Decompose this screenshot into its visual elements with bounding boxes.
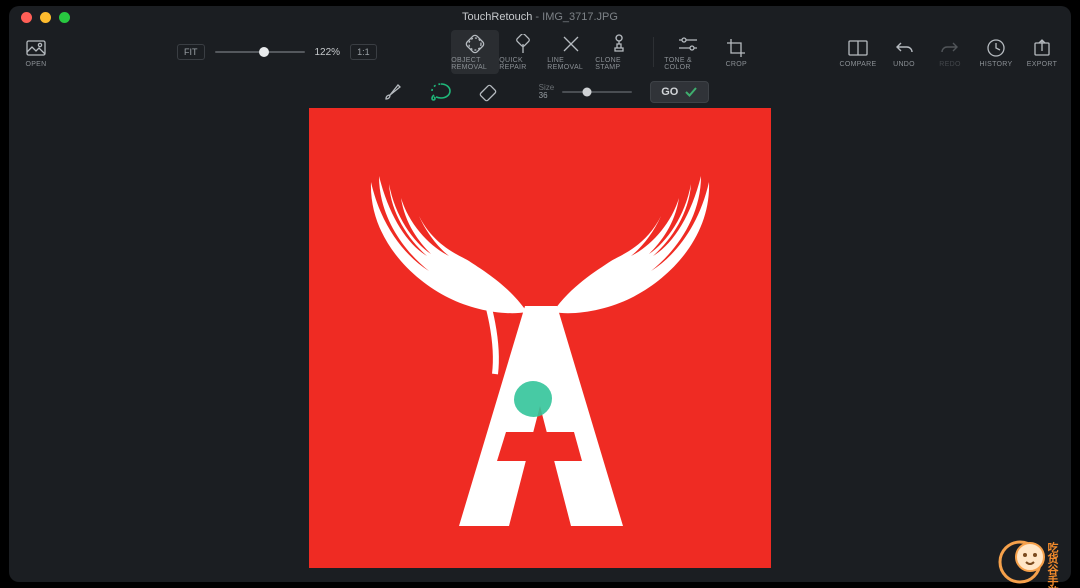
size-control: Size 36 [539,84,633,100]
window-close-button[interactable] [21,12,32,23]
main-toolbar: OPEN FIT 122% 1:1 OBJECT REMOVAL [9,28,1071,76]
zoom-fit-button[interactable]: FIT [177,44,205,60]
crop-label: CROP [726,61,747,68]
quick-repair-label: QUICK REPAIR [499,57,547,71]
line-removal-button[interactable]: LINE REMOVAL [547,30,595,74]
check-icon [684,86,698,98]
toolbar-separator [653,37,654,67]
eraser-icon [478,81,500,103]
undo-button[interactable]: UNDO [881,30,927,74]
redo-label: REDO [939,61,960,68]
clone-stamp-label: CLONE STAMP [595,57,643,71]
right-toolbar: COMPARE UNDO REDO HISTORY [835,30,1065,74]
eraser-tool-button[interactable] [467,78,511,106]
compare-label: COMPARE [840,61,877,68]
sub-toolbar: Size 36 GO [9,76,1071,108]
export-label: EXPORT [1027,61,1057,68]
clone-stamp-button[interactable]: CLONE STAMP [595,30,643,74]
brush-icon [382,81,404,103]
tone-color-label: TONE & COLOR [664,57,712,71]
clone-stamp-icon [609,33,629,55]
crop-icon [726,37,746,59]
history-button[interactable]: HISTORY [973,30,1019,74]
image-canvas[interactable] [309,108,771,568]
lasso-icon [429,81,453,103]
redo-button[interactable]: REDO [927,30,973,74]
object-removal-icon [464,33,486,55]
tone-color-button[interactable]: TONE & COLOR [664,30,712,74]
compare-button[interactable]: COMPARE [835,30,881,74]
crop-button[interactable]: CROP [712,30,760,74]
undo-icon [894,37,914,59]
history-icon [986,37,1006,59]
go-label: GO [661,86,678,98]
size-slider-thumb[interactable] [582,88,591,97]
size-slider[interactable] [562,86,632,98]
open-button[interactable]: OPEN [15,30,57,74]
window-zoom-button[interactable] [59,12,70,23]
go-button[interactable]: GO [650,81,709,103]
redo-icon [940,37,960,59]
zoom-controls: FIT 122% 1:1 [177,44,377,60]
title-separator: - [532,11,542,23]
zoom-percent-label: 122% [315,47,341,58]
canvas-artwork [309,108,771,568]
brush-tool-button[interactable] [371,78,415,106]
adjust-modes: TONE & COLOR CROP [664,30,760,74]
window-minimize-button[interactable] [40,12,51,23]
edit-modes: OBJECT REMOVAL QUICK REPAIR LINE REMOVAL… [451,30,643,74]
open-label: OPEN [25,61,46,68]
line-removal-label: LINE REMOVAL [547,57,595,71]
object-removal-button[interactable]: OBJECT REMOVAL [451,30,499,74]
line-removal-icon [561,33,581,55]
history-label: HISTORY [980,61,1013,68]
quick-repair-icon [513,33,533,55]
quick-repair-button[interactable]: QUICK REPAIR [499,30,547,74]
lasso-tool-button[interactable] [419,78,463,106]
size-label-block: Size 36 [539,84,555,100]
size-value: 36 [539,92,555,100]
object-removal-label: OBJECT REMOVAL [451,57,499,71]
compare-icon [848,37,868,59]
image-icon [26,37,46,59]
window-title: TouchRetouch - IMG_3717.JPG [9,11,1071,23]
export-icon [1033,37,1051,59]
canvas-area[interactable] [9,108,1071,582]
export-button[interactable]: EXPORT [1019,30,1065,74]
undo-label: UNDO [893,61,915,68]
titlebar: TouchRetouch - IMG_3717.JPG [9,6,1071,28]
zoom-1to1-button[interactable]: 1:1 [350,44,377,60]
sliders-icon [677,33,699,55]
zoom-slider-thumb[interactable] [259,47,269,57]
app-name: TouchRetouch [462,11,532,23]
file-name: IMG_3717.JPG [542,11,618,23]
zoom-slider[interactable] [215,45,305,59]
selection-marker[interactable] [514,381,552,417]
